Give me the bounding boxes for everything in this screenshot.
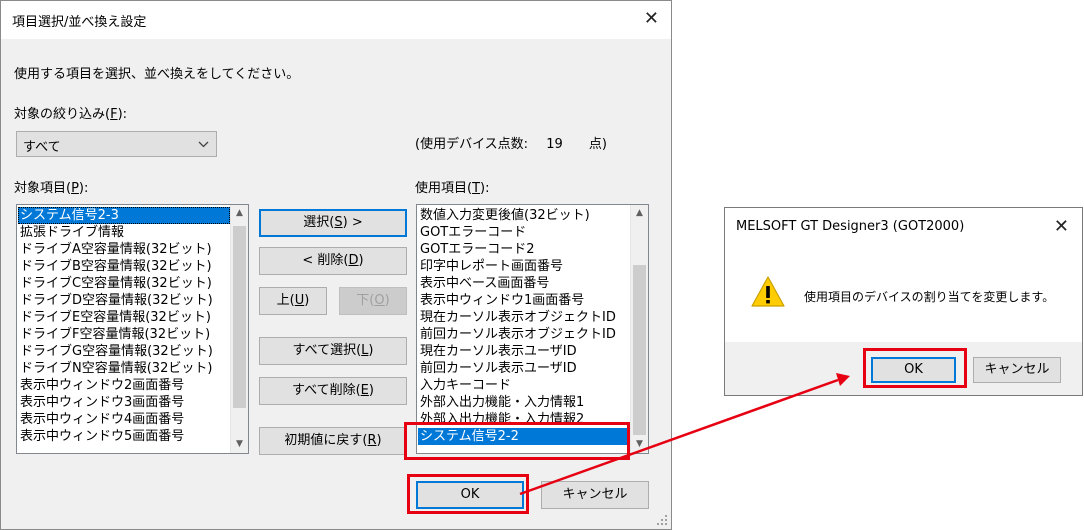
annotation-arrow xyxy=(519,373,850,496)
